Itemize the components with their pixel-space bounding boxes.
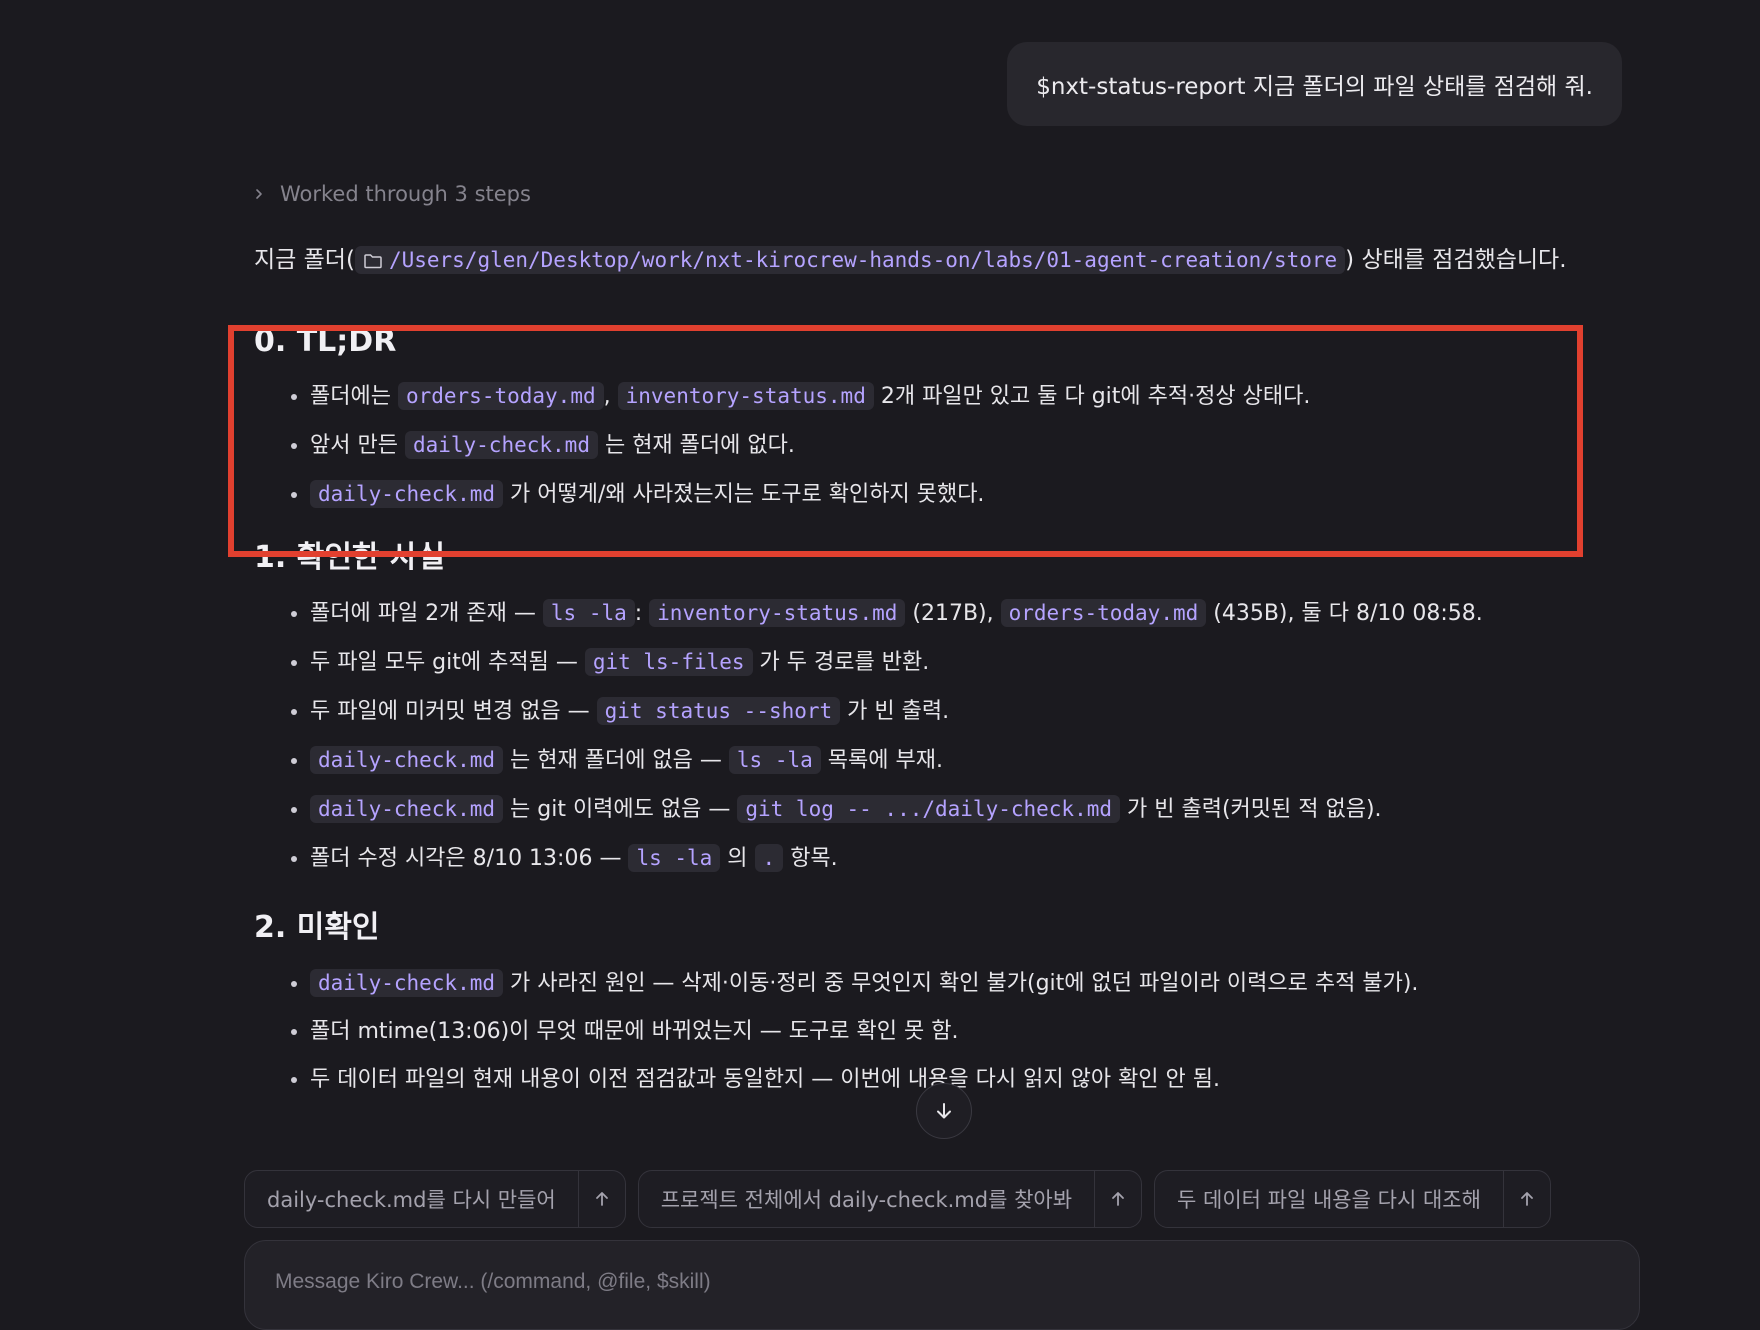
text-run: 가 사라진 원인 — 삭제·이동·정리 중 무엇인지 확인 불가(git에 없던… bbox=[503, 971, 1419, 996]
suggestion-label: daily-check.md를 다시 만들어 bbox=[267, 1188, 556, 1212]
text-run: 폴더에 파일 2개 존재 — bbox=[310, 601, 543, 626]
section-confirmed-facts: 1. 확인한 사실 폴더에 파일 2개 존재 — ls -la: invento… bbox=[254, 532, 1614, 874]
text-run: 폴더 mtime(13:06)이 무엇 때문에 바뀌었는지 — 도구로 확인 못… bbox=[310, 1019, 959, 1044]
send-suggestion-button[interactable] bbox=[1094, 1171, 1141, 1227]
send-suggestion-button[interactable] bbox=[1502, 1171, 1550, 1227]
text-run: (217B), bbox=[905, 601, 1001, 626]
folder-icon bbox=[364, 254, 382, 269]
text-run: : bbox=[634, 601, 650, 626]
arrow-up-icon bbox=[595, 1192, 608, 1206]
inline-code: ls -la bbox=[542, 599, 635, 627]
list-item: daily-check.md 는 현재 폴더에 없음 — ls -la 목록에 … bbox=[310, 745, 1614, 776]
arrow-up-icon bbox=[1521, 1192, 1533, 1206]
text-run: 목록에 부재. bbox=[820, 748, 943, 773]
inline-code: git status --short bbox=[596, 697, 841, 725]
list-item: 두 파일에 미커밋 변경 없음 — git status --short 가 빈… bbox=[310, 696, 1614, 727]
chevron-right-icon bbox=[256, 189, 262, 199]
suggestion-label: 프로젝트 전체에서 daily-check.md를 찾아봐 bbox=[660, 1188, 1073, 1212]
section-list: 폴더에 파일 2개 존재 — ls -la: inventory-status.… bbox=[254, 598, 1614, 874]
text-run: 두 파일에 미커밋 변경 없음 — bbox=[310, 699, 597, 724]
list-item: 폴더에 파일 2개 존재 — ls -la: inventory-status.… bbox=[310, 598, 1614, 629]
suggestion-chip[interactable]: 프로젝트 전체에서 daily-check.md를 찾아봐 bbox=[637, 1170, 1143, 1228]
suggestion-chips: daily-check.md를 다시 만들어 프로젝트 전체에서 daily-c… bbox=[244, 1170, 1551, 1228]
inline-code: daily-check.md bbox=[310, 795, 504, 823]
inline-code: daily-check.md bbox=[310, 969, 504, 997]
folder-path: /Users/glen/Desktop/work/nxt-kirocrew-ha… bbox=[354, 246, 1346, 274]
text-run: 의 bbox=[720, 846, 755, 871]
text-run: 두 데이터 파일의 현재 내용이 이전 점검값과 동일한지 — 이번에 내용을 … bbox=[310, 1067, 1221, 1092]
inline-code: git log -- .../daily-check.md bbox=[737, 795, 1121, 823]
message-composer bbox=[244, 1240, 1640, 1330]
list-item: 두 파일 모두 git에 추적됨 — git ls-files 가 두 경로를 … bbox=[310, 647, 1614, 678]
worked-steps-label: Worked through 3 steps bbox=[280, 182, 531, 206]
text-run: 가 빈 출력. bbox=[840, 699, 950, 724]
scroll-to-bottom-button[interactable] bbox=[916, 1083, 972, 1139]
inline-code: . bbox=[754, 844, 784, 872]
worked-steps-toggle[interactable]: Worked through 3 steps bbox=[252, 182, 531, 206]
suggestion-label: 두 데이터 파일 내용을 다시 대조해 bbox=[1177, 1188, 1481, 1212]
arrow-up-icon bbox=[1112, 1192, 1124, 1206]
message-input[interactable] bbox=[273, 1269, 1615, 1295]
user-message-bubble: $nxt-status-report 지금 폴더의 파일 상태를 점검해 줘. bbox=[1007, 42, 1622, 126]
text-run: 가 빈 출력(커밋된 적 없음). bbox=[1120, 797, 1382, 822]
section-list: daily-check.md 가 사라진 원인 — 삭제·이동·정리 중 무엇인… bbox=[254, 968, 1614, 1095]
text-run: 두 파일 모두 git에 추적됨 — bbox=[310, 650, 585, 675]
inline-code: inventory-status.md bbox=[649, 599, 906, 627]
inline-code: ls -la bbox=[728, 746, 821, 774]
inline-code: git ls-files bbox=[584, 648, 753, 676]
text-run: 는 git 이력에도 없음 — bbox=[503, 797, 738, 822]
inline-code: ls -la bbox=[628, 844, 721, 872]
folder-path-text: /Users/glen/Desktop/work/nxt-kirocrew-ha… bbox=[388, 248, 1338, 272]
inline-code: orders-today.md bbox=[1000, 599, 1207, 627]
list-item: 폴더 수정 시각은 8/10 13:06 — ls -la 의 . 항목. bbox=[310, 843, 1614, 874]
text-run: 가 두 경로를 반환. bbox=[752, 650, 930, 675]
arrow-down-icon bbox=[937, 1103, 951, 1119]
suggestion-chip[interactable]: 두 데이터 파일 내용을 다시 대조해 bbox=[1154, 1170, 1551, 1228]
list-item: 폴더 mtime(13:06)이 무엇 때문에 바뀌었는지 — 도구로 확인 못… bbox=[310, 1017, 1614, 1047]
text-run: 항목. bbox=[783, 846, 838, 871]
text-run: 폴더 수정 시각은 8/10 13:06 — bbox=[310, 846, 629, 871]
tldr-highlight-box bbox=[228, 325, 1583, 557]
send-suggestion-button[interactable] bbox=[577, 1171, 625, 1227]
inline-code: daily-check.md bbox=[310, 746, 504, 774]
list-item: daily-check.md 가 사라진 원인 — 삭제·이동·정리 중 무엇인… bbox=[310, 968, 1614, 999]
list-item: daily-check.md 는 git 이력에도 없음 — git log -… bbox=[310, 794, 1614, 825]
text-run: 는 현재 폴더에 없음 — bbox=[503, 748, 729, 773]
intro-prefix: 지금 폴더( bbox=[254, 247, 355, 273]
user-message-text: $nxt-status-report 지금 폴더의 파일 상태를 점검해 줘. bbox=[1036, 74, 1593, 100]
text-run: (435B), 둘 다 8/10 08:58. bbox=[1206, 601, 1483, 626]
intro-suffix: ) 상태를 점검했습니다. bbox=[1345, 247, 1567, 273]
section-unconfirmed: 2. 미확인 daily-check.md 가 사라진 원인 — 삭제·이동·정… bbox=[254, 902, 1614, 1095]
section-heading: 2. 미확인 bbox=[254, 910, 380, 945]
intro-paragraph: 지금 폴더( /Users/glen/Desktop/work/nxt-kiroc… bbox=[254, 240, 1614, 280]
suggestion-chip[interactable]: daily-check.md를 다시 만들어 bbox=[244, 1170, 626, 1228]
